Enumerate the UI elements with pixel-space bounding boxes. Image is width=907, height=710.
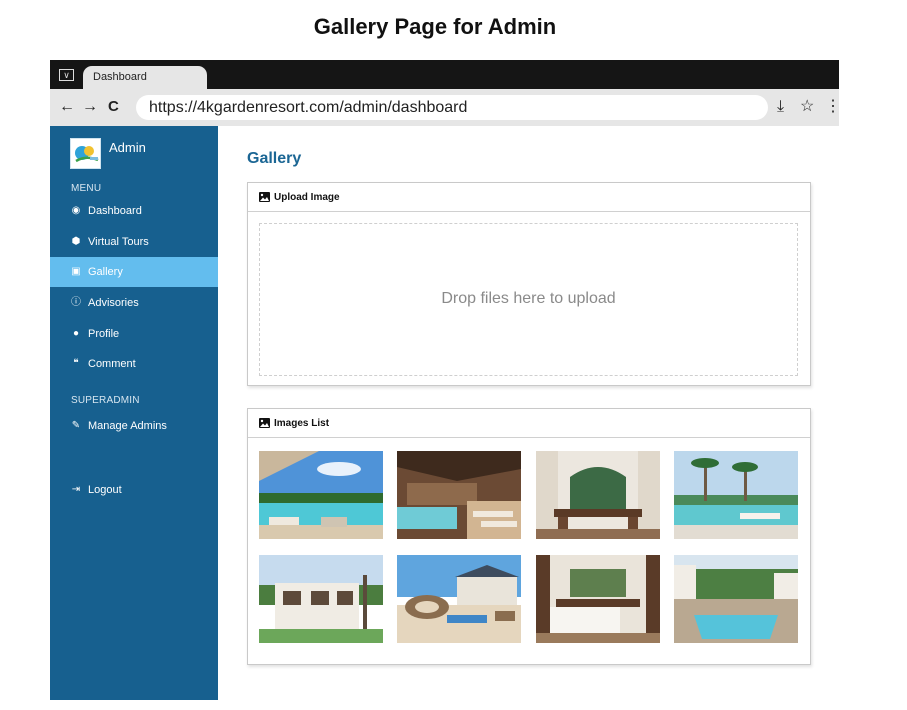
logout-icon: ⇥ — [71, 484, 81, 495]
dropzone[interactable]: Drop files here to upload — [259, 223, 798, 376]
sidebar-item-label: Logout — [88, 484, 122, 496]
gallery-image-dining-room[interactable] — [536, 451, 660, 539]
back-arrow-icon[interactable]: ← — [59, 97, 75, 117]
sidebar-item-manage-admins[interactable]: ✎ Manage Admins — [50, 411, 218, 441]
comments-icon: ❝ — [73, 358, 79, 369]
dropzone-text: Drop files here to upload — [441, 290, 616, 307]
images-list-card: Images List — [247, 408, 811, 665]
gallery-image-beach-palms[interactable] — [674, 451, 798, 539]
superadmin-section-label: SUPERADMIN — [71, 395, 140, 406]
sidebar-item-label: Comment — [88, 358, 136, 370]
more-menu-icon[interactable]: ⋮ — [825, 97, 841, 117]
brand-name: Admin — [109, 140, 146, 155]
figure-caption: Gallery Page for Admin — [313, 14, 557, 39]
menu-section-label: MENU — [71, 183, 102, 194]
sidebar-item-advisories[interactable]: ⓘ Advisories — [50, 288, 218, 318]
sidebar-item-label: Advisories — [88, 297, 139, 309]
main-content: Gallery Upload Image Drop files here to … — [218, 126, 839, 700]
bookmark-star-icon[interactable]: ☆ — [800, 97, 814, 117]
user-icon: ● — [72, 328, 80, 339]
browser-tab[interactable]: Dashboard — [83, 66, 207, 89]
gallery-image-bedroom[interactable] — [536, 555, 660, 643]
forward-arrow-icon[interactable]: → — [82, 97, 98, 117]
browser-tab-bar: ∨ Dashboard — [50, 60, 839, 89]
sidebar-item-virtual-tours[interactable]: ⬢ Virtual Tours — [50, 227, 218, 257]
images-card-header: Images List — [248, 409, 810, 438]
sidebar-item-dashboard[interactable]: ◉ Dashboard — [50, 196, 218, 226]
image-icon — [259, 418, 270, 428]
address-bar: ← → C https://4kgardenresort.com/admin/d… — [50, 89, 841, 126]
reload-icon[interactable]: C — [108, 97, 119, 117]
gallery-image-garden-pool[interactable] — [674, 555, 798, 643]
upload-card-title: Upload Image — [274, 192, 340, 203]
window-menu-icon[interactable]: ∨ — [59, 69, 74, 81]
map-pin-icon: ⬢ — [71, 236, 81, 247]
brand-logo — [70, 138, 101, 169]
url-field[interactable]: https://4kgardenresort.com/admin/dashboa… — [136, 95, 768, 120]
gallery-image-pool-lounge[interactable] — [259, 451, 383, 539]
sidebar-item-label: Profile — [88, 328, 120, 340]
upload-card-header: Upload Image — [248, 183, 810, 212]
info-icon: ⓘ — [71, 297, 81, 308]
sidebar-item-label: Gallery — [88, 266, 123, 278]
image-icon: ▣ — [71, 266, 81, 277]
image-icon — [259, 192, 270, 202]
sidebar-item-logout[interactable]: ⇥ Logout — [50, 475, 218, 505]
edit-icon: ✎ — [71, 420, 81, 431]
browser-window: ∨ Dashboard ← → C https://4kgardenresort… — [50, 60, 841, 700]
download-icon[interactable]: ⤓ — [777, 97, 784, 117]
sidebar-item-label: Manage Admins — [88, 420, 167, 432]
sidebar-item-comment[interactable]: ❝ Comment — [50, 349, 218, 379]
gallery-image-villa-exterior[interactable] — [259, 555, 383, 643]
sidebar-item-label: Dashboard — [88, 205, 142, 217]
gallery-image-beach-huts[interactable] — [397, 555, 521, 643]
gallery-image-wooden-terrace[interactable] — [397, 451, 521, 539]
sidebar-item-label: Virtual Tours — [88, 236, 149, 248]
sidebar-item-profile[interactable]: ● Profile — [50, 319, 218, 349]
images-card-title: Images List — [274, 418, 330, 429]
dashboard-icon: ◉ — [71, 205, 81, 216]
upload-image-card: Upload Image Drop files here to upload — [247, 182, 811, 386]
page-title: Gallery — [247, 150, 302, 167]
sidebar-item-gallery[interactable]: ▣ Gallery — [50, 257, 218, 287]
sidebar: Admin MENU ◉ Dashboard ⬢ Virtual Tours ▣… — [50, 126, 218, 700]
